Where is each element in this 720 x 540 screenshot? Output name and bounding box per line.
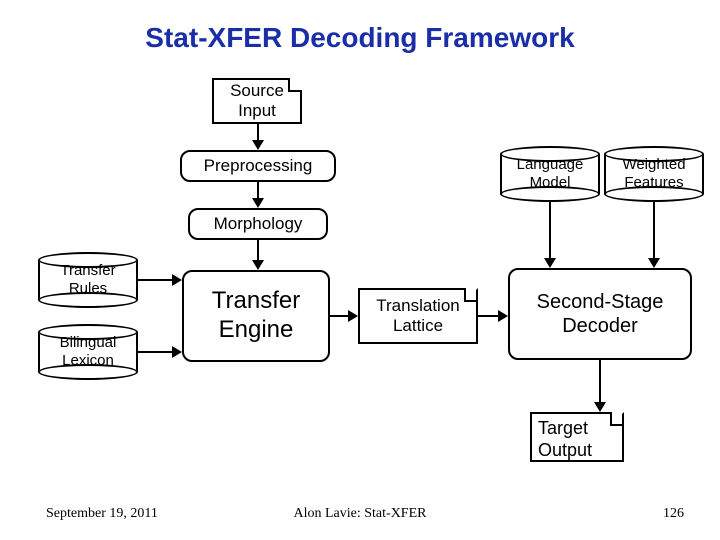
label-bilingual-lexicon: Bilingual Lexicon [38,334,138,370]
node-source-input: Source Input [212,78,302,124]
dogear-icon [610,412,624,426]
node-weighted-features: Weighted Features [604,146,704,202]
label-target-output: Target Output [538,418,592,461]
arrow-engine-to-lattice [330,310,358,322]
footer-author: Alon Lavie: Stat-XFER [0,506,720,522]
dogear-icon [464,288,478,302]
label-preprocessing: Preprocessing [204,156,313,176]
footer-page: 126 [663,506,684,522]
arrow-lm-to-decoder [544,202,556,268]
label-source-input: Source Input [230,81,284,122]
arrow-decoder-to-target [594,360,606,412]
arrow-lexicon-to-engine [138,346,182,358]
label-transfer-rules: Transfer Rules [38,262,138,298]
node-preprocessing: Preprocessing [180,150,336,182]
arrow-preprocessing-to-morphology [252,182,264,208]
node-target-output: Target Output [530,412,624,462]
node-second-stage-decoder: Second-Stage Decoder [508,268,692,360]
arrow-lattice-to-decoder [478,310,508,322]
label-weighted-features: Weighted Features [604,156,704,192]
node-language-model: Language Model [500,146,600,202]
label-translation-lattice: Translation Lattice [376,296,459,337]
page-title: Stat-XFER Decoding Framework [0,22,720,54]
node-bilingual-lexicon: Bilingual Lexicon [38,324,138,380]
label-morphology: Morphology [214,214,303,234]
arrow-features-to-decoder [648,202,660,268]
dogear-icon [288,78,302,92]
label-language-model: Language Model [500,156,600,192]
node-translation-lattice: Translation Lattice [358,288,478,344]
arrow-source-to-preprocessing [252,124,264,150]
arrow-morphology-to-engine [252,240,264,270]
label-second-stage-decoder: Second-Stage Decoder [537,290,664,338]
node-transfer-engine: Transfer Engine [182,270,330,362]
node-transfer-rules: Transfer Rules [38,252,138,308]
label-transfer-engine: Transfer Engine [212,287,300,345]
arrow-rules-to-engine [138,274,182,286]
node-morphology: Morphology [188,208,328,240]
